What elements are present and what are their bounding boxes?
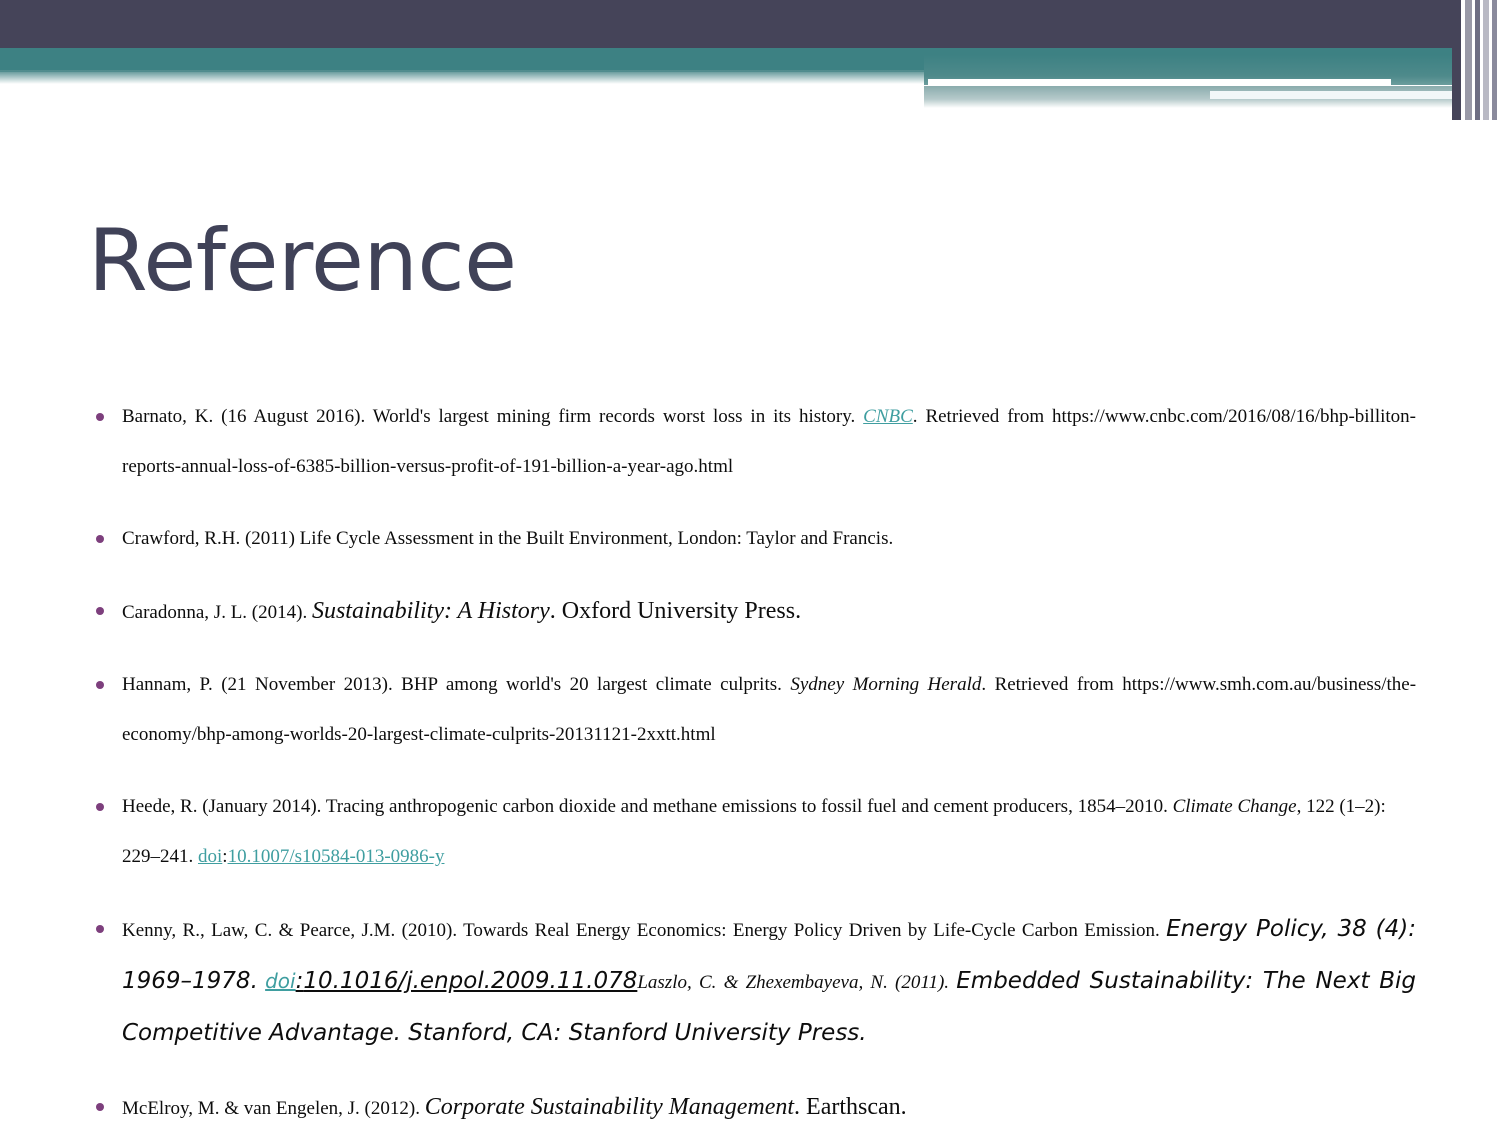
banner-stripe: [1452, 0, 1461, 120]
list-item: Heede, R. (January 2014). Tracing anthro…: [84, 782, 1416, 882]
list-item: Kenny, R., Law, C. & Pearce, J.M. (2010)…: [84, 904, 1416, 1060]
reference-book-title: Corporate Sustainability Management: [424, 1094, 795, 1120]
doi-value-link[interactable]: 10.1007/s10584-013-0986-y: [228, 846, 445, 867]
reference-text: Crawford, R.H. (2011) Life Cycle Assessm…: [122, 528, 894, 549]
list-item: Barnato, K. (16 August 2016). World's la…: [84, 392, 1416, 492]
doi-label-link[interactable]: doi: [265, 969, 296, 993]
reference-source: Sydney Morning Herald: [790, 674, 982, 695]
doi-label-link[interactable]: doi: [198, 846, 222, 867]
doi-value-link[interactable]: 10.1016/j.enpol.2009.11.078: [303, 968, 637, 994]
reference-book-title: Sustainability: A History: [311, 598, 550, 624]
reference-article-title: Tracing anthropogenic carbon dioxide and…: [325, 796, 1168, 817]
list-item: Caradonna, J. L. (2014). Sustainability:…: [84, 586, 1416, 638]
reference-author-date: Barnato, K. (16 August 2016).: [122, 406, 366, 427]
reference-journal: Climate Change: [1172, 796, 1297, 817]
reference-retrieved-label: Retrieved from: [994, 674, 1114, 695]
banner-dark-band: [0, 0, 1500, 48]
reference-article-title: Towards Real Energy Economics: Energy Po…: [463, 920, 1160, 941]
banner-edge-stripes: [1452, 0, 1500, 120]
list-item: McElroy, M. & van Engelen, J. (2012). Co…: [84, 1082, 1416, 1134]
reference-author-date: Kenny, R., Law, C. & Pearce, J.M. (2010)…: [122, 920, 458, 941]
banner-teal-fade: [0, 70, 924, 84]
reference-publisher: . Oxford University Press.: [549, 598, 802, 624]
banner-white-line-lower: [1210, 91, 1491, 99]
reference-author-date: Hannam, P. (21 November 2013).: [122, 674, 393, 695]
reference-author-date: Caradonna, J. L. (2014).: [122, 602, 308, 623]
reference-retrieved-label: Retrieved from: [925, 406, 1045, 427]
list-item: Hannam, P. (21 November 2013). BHP among…: [84, 660, 1416, 760]
reference-punctuation: .: [912, 406, 918, 427]
banner-stripe: [1465, 0, 1472, 120]
reference-article-title: World's largest mining firm records wors…: [372, 406, 856, 427]
second-reference-publisher: . Stanford, CA: Stanford University Pres…: [393, 1020, 867, 1046]
reference-author-date: Heede, R. (January 2014).: [122, 796, 322, 817]
reference-punctuation: .: [981, 674, 987, 695]
list-item: Crawford, R.H. (2011) Life Cycle Assessm…: [84, 514, 1416, 564]
slide-decorative-banner: [0, 0, 1500, 120]
reference-list: Barnato, K. (16 August 2016). World's la…: [84, 392, 1416, 1134]
second-reference-author-date: Laszlo, C. & Zhexembayeva, N. (2011).: [637, 972, 950, 993]
page-title: Reference: [88, 211, 517, 311]
reference-article-title: BHP among world's 20 largest climate cul…: [401, 674, 782, 695]
reference-publisher: . Earthscan.: [794, 1094, 907, 1120]
reference-author-date: McElroy, M. & van Engelen, J. (2012).: [122, 1098, 420, 1119]
banner-white-line-upper: [928, 79, 1391, 86]
reference-source-link[interactable]: CNBC: [863, 406, 913, 427]
